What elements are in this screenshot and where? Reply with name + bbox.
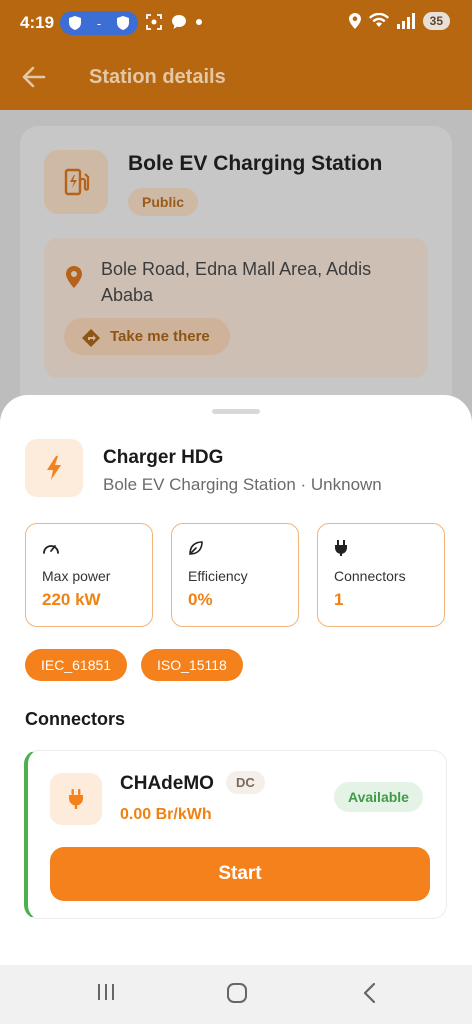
shield-icon: [117, 16, 130, 30]
connector-card: CHAdeMO DC 0.00 Br/kWh Available Start: [24, 750, 447, 919]
stat-label: Efficiency: [188, 568, 248, 584]
location-icon: [348, 13, 361, 29]
screenshot-icon: [146, 14, 162, 30]
connector-name: CHAdeMO: [120, 773, 214, 794]
take-me-there-button[interactable]: Take me there: [64, 318, 230, 355]
station-address: Bole Road, Edna Mall Area, Addis Ababa: [101, 259, 372, 305]
dot-icon: [196, 19, 202, 25]
lightning-bolt-icon: [47, 456, 61, 480]
connector-type-badge: DC: [226, 771, 265, 794]
station-card: Bole EV Charging Station Public Bole Roa…: [20, 126, 452, 426]
back-icon[interactable]: [362, 982, 378, 1004]
station-icon-box: [44, 150, 108, 214]
charger-name: Charger HDG: [103, 447, 224, 468]
connector-icon-box: [50, 773, 102, 825]
take-me-there-label: Take me there: [110, 328, 210, 345]
plug-icon: [335, 540, 347, 556]
leaf-icon: [189, 541, 203, 555]
station-details-background: Bole EV Charging Station Public Bole Roa…: [0, 110, 472, 426]
address-box: Bole Road, Edna Mall Area, Addis Ababa T…: [44, 238, 428, 378]
directions-icon: [82, 329, 100, 347]
ev-station-icon: [64, 168, 90, 196]
vpn-indicator: -: [60, 11, 138, 35]
system-nav-bar: [0, 965, 472, 1024]
status-bar: 4:19 - 35: [0, 0, 472, 46]
connectors-section-title: Connectors: [25, 709, 126, 729]
drag-handle[interactable]: [212, 409, 260, 414]
system-icons: 35: [348, 12, 450, 30]
signal-icon: [396, 13, 415, 29]
home-icon[interactable]: [226, 982, 248, 1004]
stat-card-efficiency: Efficiency 0%: [171, 523, 299, 627]
chat-bubble-icon: [172, 15, 186, 29]
app-bar: Station details: [0, 46, 472, 110]
wifi-icon: [368, 13, 389, 27]
status-time: 4:19: [20, 13, 55, 32]
stat-value: 0%: [188, 590, 213, 609]
standard-chip-iec: IEC_61851: [25, 649, 128, 681]
stat-label: Connectors: [334, 568, 406, 584]
start-button[interactable]: Start: [50, 847, 430, 901]
stat-card-max-power: Max power 220 kW: [25, 523, 153, 627]
recent-apps-icon[interactable]: [96, 982, 116, 1002]
page-title: Station details: [89, 66, 226, 88]
location-pin-icon: [66, 266, 82, 288]
speedometer-icon: [43, 545, 59, 554]
standard-chip-iso: ISO_15118: [141, 649, 243, 681]
connector-price: 0.00 Br/kWh: [120, 806, 212, 823]
charger-bottom-sheet: Charger HDG Bole EV Charging Station · U…: [0, 395, 472, 965]
back-arrow-icon[interactable]: [22, 66, 46, 88]
shield-icon: [68, 16, 81, 30]
plug-icon: [69, 789, 83, 809]
stat-value: 220 kW: [42, 590, 101, 609]
stat-value: 1: [334, 590, 344, 609]
notification-icons: [146, 14, 202, 30]
station-name: Bole EV Charging Station: [128, 152, 383, 175]
stat-card-connectors: Connectors 1: [317, 523, 445, 627]
access-badge: Public: [128, 188, 199, 216]
charger-subtitle: Bole EV Charging Station · Unknown: [103, 475, 382, 494]
battery-level: 35: [422, 12, 450, 30]
stat-label: Max power: [42, 568, 111, 584]
status-badge: Available: [334, 782, 423, 812]
vpn-dash: -: [96, 15, 102, 31]
charger-icon-box: [25, 439, 83, 497]
